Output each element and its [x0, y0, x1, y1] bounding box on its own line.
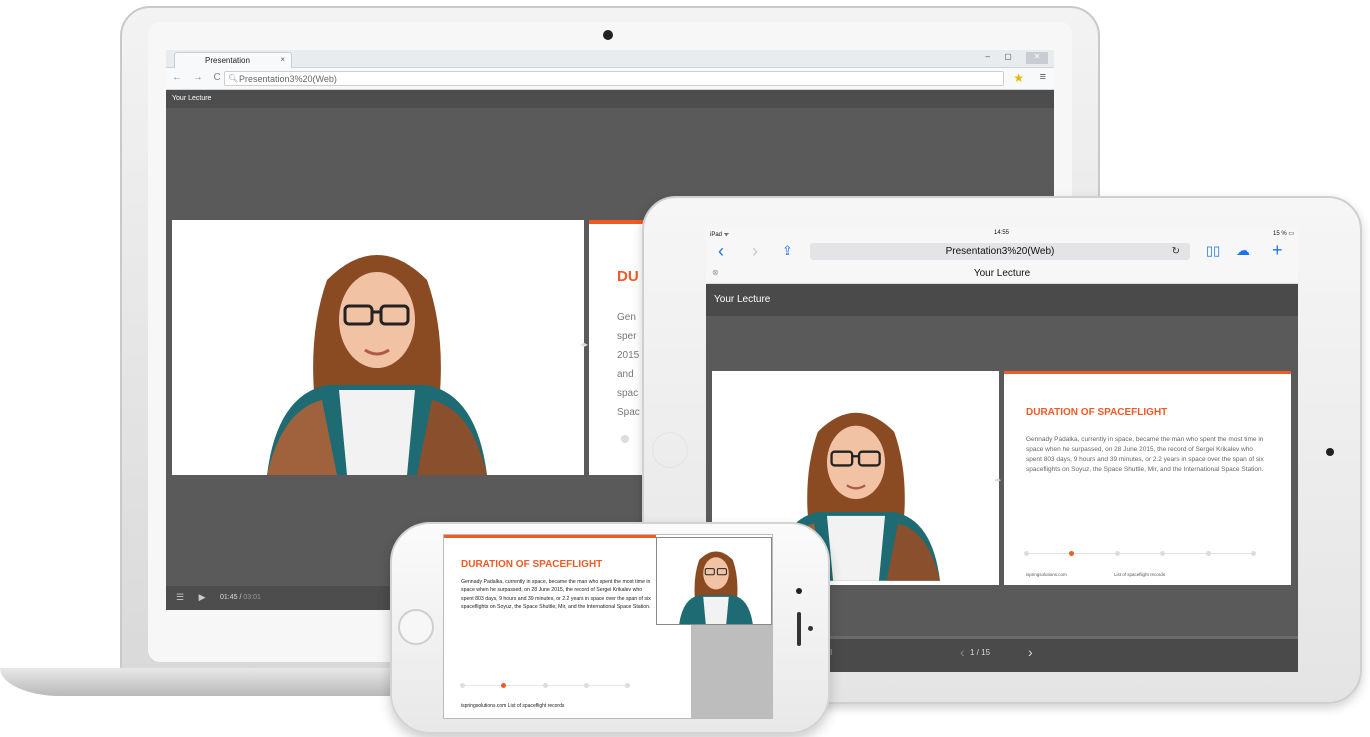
slide-step-dot[interactable]	[1024, 551, 1029, 556]
slide-step-dot[interactable]	[1114, 551, 1120, 556]
phone-screen: DURATION OF SPACEFLIGHT Gennady Padalka,…	[443, 534, 773, 719]
browser-tab-bar: Presentation × – ▢ ✕	[166, 50, 1054, 68]
window-controls[interactable]: – ▢ ✕	[986, 52, 1048, 64]
nav-back-forward-reload-icons[interactable]: ← → C	[172, 72, 225, 83]
presenter-video	[172, 220, 584, 475]
presenter-video	[656, 537, 772, 625]
step-line	[1028, 553, 1252, 554]
bookmarks-icon[interactable]: ▯▯	[1206, 243, 1220, 259]
slide-step-dot[interactable]	[1069, 551, 1075, 556]
tablet-camera	[1326, 448, 1334, 456]
slide-step-dot[interactable]	[1160, 551, 1166, 556]
menu-icon[interactable]: ≡	[1040, 71, 1046, 83]
bookmark-star-icon[interactable]: ★	[1013, 71, 1024, 85]
reload-icon[interactable]: ↻	[1172, 246, 1180, 257]
footer-link[interactable]: List of spaceflight records	[1114, 572, 1165, 577]
lecture-title: Your Lecture	[714, 294, 771, 305]
window-close-icon[interactable]: ✕	[1026, 52, 1048, 64]
slide-accent-bar	[444, 535, 656, 538]
tab-page-title: ⊗ Your Lecture	[706, 265, 1298, 284]
slide-panel: DURATION OF SPACEFLIGHT Gennady Padalka,…	[1004, 371, 1291, 585]
slide-step-dot[interactable]	[501, 683, 507, 688]
slide-text: Gennady Padalka, currently in space, bec…	[1026, 436, 1264, 473]
slide-footer[interactable]: ispringsolutions.com List of spaceflight…	[461, 703, 564, 709]
ios-status-bar: iPad ᯤ 14:55 15 % ▭	[706, 228, 1298, 239]
current-time: 01:45	[220, 594, 238, 601]
share-icon[interactable]: ⇪	[782, 243, 793, 259]
slide-step-dot[interactable]	[460, 683, 465, 688]
browser-tab[interactable]: Presentation ×	[174, 52, 292, 68]
lecture-title-bar: Your Lecture	[166, 90, 1054, 108]
menu-and-play-icons[interactable]: ☰ ▶	[176, 592, 212, 603]
back-icon[interactable]: ‹	[718, 241, 724, 262]
slide-title: DU	[617, 268, 639, 285]
new-tab-icon[interactable]: +	[1272, 240, 1283, 261]
slide-step-dot[interactable]	[1205, 551, 1211, 556]
device-showcase: Presentation × – ▢ ✕ ← → C 🔍︎ Presentati…	[0, 0, 1370, 737]
lecture-title: Your Lecture	[172, 95, 212, 102]
browser-tab-title: Presentation	[205, 56, 250, 65]
slide-step-dot[interactable]	[1251, 551, 1256, 556]
phone-camera	[796, 588, 802, 594]
total-time: 03:01	[243, 594, 261, 601]
split-handle-icon[interactable]: ◂▸	[994, 476, 1001, 484]
presenter-image	[267, 255, 487, 475]
slide-step-dot[interactable]	[625, 683, 630, 688]
cloud-tabs-icon[interactable]: ☁	[1236, 242, 1250, 259]
empty-panel	[691, 625, 772, 718]
page-indicator: 1 / 15	[970, 648, 991, 657]
slide-text: Gennady Padalka, currently in space, bec…	[461, 579, 651, 611]
slide-step-indicator	[1024, 550, 1256, 558]
url-text: Presentation3%20(Web)	[945, 246, 1055, 257]
playback-time: 01:45 / 03:01	[220, 594, 261, 601]
safari-toolbar: ‹ › ⇪ Presentation3%20(Web) ↻ ▯▯ ☁ +	[706, 239, 1298, 265]
battery-status: 15 % ▭	[1272, 231, 1294, 237]
browser-address-bar: ← → C 🔍︎ Presentation3%20(Web) ★ ≡	[166, 68, 1054, 90]
slide-step-dot[interactable]	[542, 683, 548, 688]
url-field[interactable]: 🔍︎ Presentation3%20(Web)	[224, 71, 1004, 86]
phone-sensor	[808, 626, 813, 631]
time-separator: /	[239, 594, 242, 601]
window-minmax-icons[interactable]: – ▢	[986, 52, 1018, 61]
tab-close-icon[interactable]: ×	[280, 55, 285, 64]
presenter-image	[679, 551, 753, 624]
laptop-camera	[603, 30, 613, 40]
phone-home-button[interactable]	[398, 609, 434, 645]
close-tab-icon[interactable]: ⊗	[712, 268, 719, 277]
prev-slide-icon[interactable]: ‹	[960, 644, 965, 660]
device-label: iPad ᯤ	[710, 232, 730, 238]
url-text: Presentation3%20(Web)	[239, 74, 337, 84]
phone-speaker	[797, 612, 801, 646]
lecture-title-bar: Your Lecture	[706, 284, 1298, 316]
footer-link[interactable]: ispringsolutions.com	[1026, 572, 1067, 577]
next-slide-icon[interactable]: ›	[1028, 644, 1033, 660]
slide-title: DURATION OF SPACEFLIGHT	[1026, 407, 1168, 418]
slide-title: DURATION OF SPACEFLIGHT	[461, 559, 603, 570]
status-time: 14:55	[994, 230, 1010, 236]
page-title: Your Lecture	[973, 268, 1031, 279]
split-handle-icon[interactable]: ◂▸	[580, 340, 588, 349]
tablet-home-button[interactable]	[652, 432, 688, 468]
slide-step-dot[interactable]	[621, 435, 629, 443]
search-icon: 🔍︎	[228, 74, 239, 83]
url-field[interactable]: Presentation3%20(Web) ↻	[810, 243, 1190, 260]
slide-step-dot[interactable]	[583, 683, 589, 688]
slide-step-indicator	[460, 683, 630, 689]
forward-icon[interactable]: ›	[752, 241, 758, 262]
